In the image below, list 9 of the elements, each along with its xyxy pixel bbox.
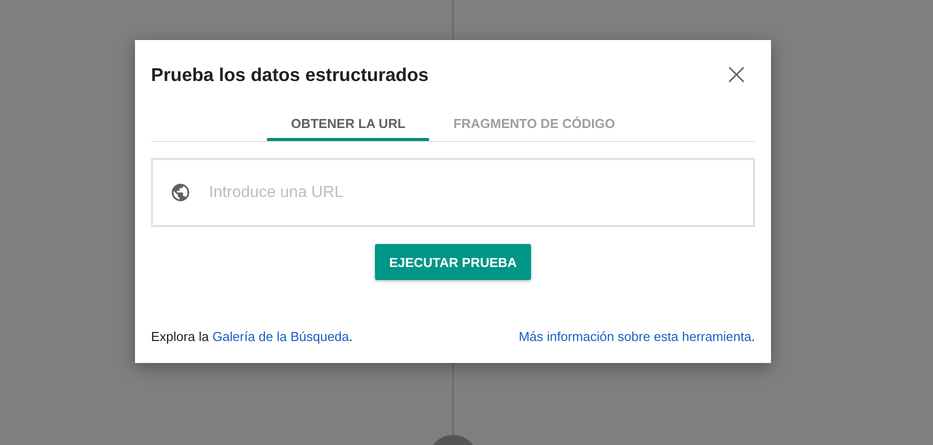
dialog-title: Prueba los datos estructurados: [151, 64, 429, 86]
close-button[interactable]: ×: [718, 60, 755, 90]
footer-sentence: Explora la Galería de la Búsqueda.: [151, 329, 353, 344]
tab[interactable]: OBTENER LA URL: [267, 109, 430, 141]
link[interactable]: Más información sobre esta herramienta: [518, 329, 752, 344]
link[interactable]: Galería de la Búsqueda: [212, 329, 350, 344]
url-field[interactable]: Introduce una URL: [151, 158, 755, 227]
footer-sentence: Más información sobre esta herramienta.: [518, 329, 755, 344]
run-test-button[interactable]: EJECUTAR PRUEBA: [375, 244, 531, 280]
